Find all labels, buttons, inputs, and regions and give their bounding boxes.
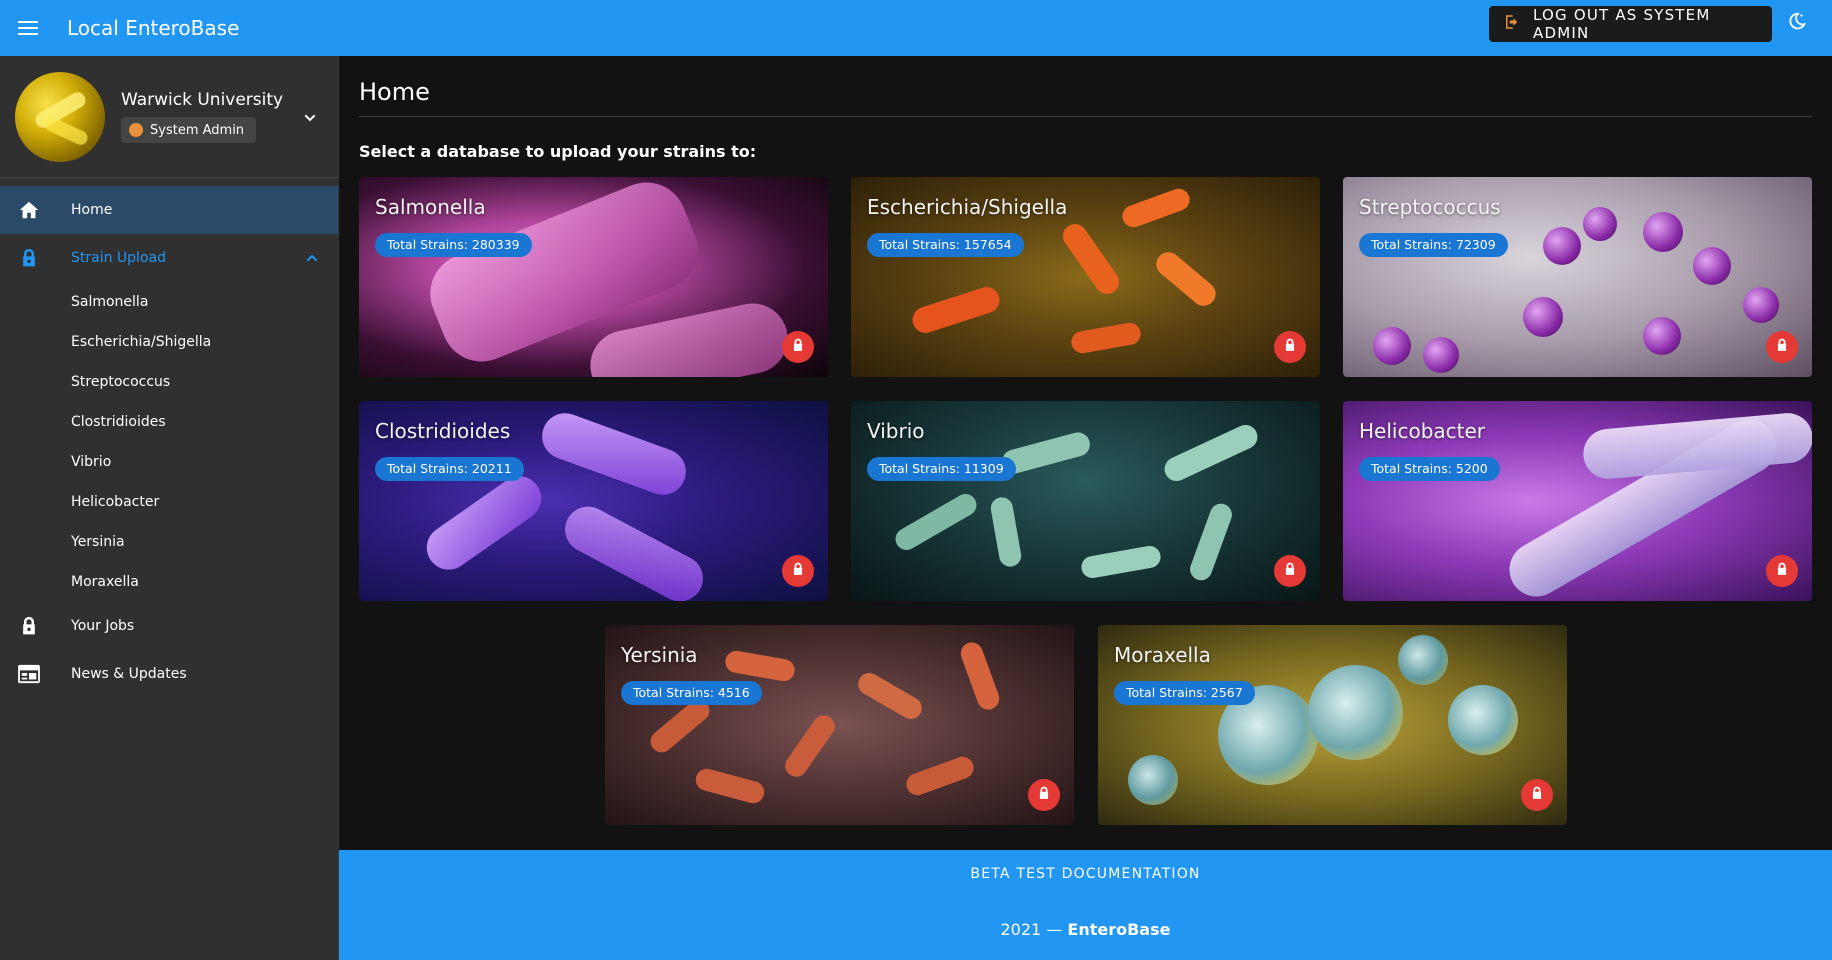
sidebar: Warwick University System Admin Home Str… xyxy=(0,56,339,960)
card-title: Clostridioides xyxy=(375,419,511,443)
submenu-item-vibrio[interactable]: Vibrio xyxy=(0,442,338,482)
main-content: Home Select a database to upload your st… xyxy=(339,56,1832,960)
card-title: Helicobacter xyxy=(1359,419,1486,443)
sidebar-item-label: Your Jobs xyxy=(71,618,135,634)
database-card-salmonella[interactable]: Salmonella Total Strains: 280339 xyxy=(359,177,828,377)
sidebar-item-strain-upload[interactable]: Strain Upload xyxy=(0,234,338,282)
submenu-item-yersinia[interactable]: Yersinia xyxy=(0,522,338,562)
strain-count-badge: Total Strains: 72309 xyxy=(1359,233,1508,257)
lock-button[interactable] xyxy=(1766,331,1798,363)
logout-icon xyxy=(1503,13,1521,35)
lock-button[interactable] xyxy=(1521,779,1553,811)
strain-count-badge: Total Strains: 157654 xyxy=(867,233,1024,257)
submenu-item-clostridioides[interactable]: Clostridioides xyxy=(0,402,338,442)
chevron-up-icon xyxy=(300,246,324,270)
sidebar-item-label: Strain Upload xyxy=(71,250,166,266)
lock-icon xyxy=(1775,561,1789,581)
lock-button[interactable] xyxy=(1274,555,1306,587)
admin-shield-icon xyxy=(129,123,143,137)
card-title: Streptococcus xyxy=(1359,195,1501,219)
divider xyxy=(359,116,1812,117)
database-card-streptococcus[interactable]: Streptococcus Total Strains: 72309 xyxy=(1343,177,1812,377)
card-title: Vibrio xyxy=(867,419,925,443)
role-badge: System Admin xyxy=(121,117,257,143)
footer-copyright: 2021 — EnteroBase xyxy=(339,920,1832,939)
profile-expand-button[interactable] xyxy=(298,108,322,132)
lock-button[interactable] xyxy=(782,555,814,587)
submenu-item-streptococcus[interactable]: Streptococcus xyxy=(0,362,338,402)
theme-toggle-button[interactable] xyxy=(1780,8,1812,40)
page-subtitle: Select a database to upload your strains… xyxy=(359,142,757,161)
footer-brand: EnteroBase xyxy=(1067,920,1171,939)
hamburger-menu-button[interactable] xyxy=(0,0,56,56)
database-card-escherichia-shigella[interactable]: Escherichia/Shigella Total Strains: 1576… xyxy=(851,177,1320,377)
lock-button[interactable] xyxy=(1274,331,1306,363)
footer-year: 2021 — xyxy=(1000,920,1063,939)
strain-count-badge: Total Strains: 2567 xyxy=(1114,681,1255,705)
sidebar-item-news-updates[interactable]: News & Updates xyxy=(0,650,338,698)
beta-test-documentation-link[interactable]: BETA TEST DOCUMENTATION xyxy=(339,866,1832,882)
profile-name: Warwick University xyxy=(121,90,284,110)
sidebar-item-label: News & Updates xyxy=(71,666,187,682)
app-bar: Local EnteroBase LOG OUT AS SYSTEM ADMIN xyxy=(0,0,1832,56)
profile-section: Warwick University System Admin xyxy=(0,56,338,178)
lock-icon xyxy=(1283,561,1297,581)
card-title: Escherichia/Shigella xyxy=(867,195,1068,219)
card-title: Yersinia xyxy=(621,643,698,667)
lock-icon xyxy=(1037,785,1051,805)
lock-icon xyxy=(15,615,42,637)
strain-upload-submenu: Salmonella Escherichia/Shigella Streptoc… xyxy=(0,282,338,602)
avatar xyxy=(15,71,105,162)
lock-icon xyxy=(15,247,42,269)
strain-count-badge: Total Strains: 4516 xyxy=(621,681,762,705)
sidebar-item-home[interactable]: Home xyxy=(0,186,338,234)
sidebar-item-label: Home xyxy=(71,202,113,218)
home-icon xyxy=(15,199,42,221)
lock-icon xyxy=(791,561,805,581)
database-card-vibrio[interactable]: Vibrio Total Strains: 11309 xyxy=(851,401,1320,601)
lock-button[interactable] xyxy=(782,331,814,363)
dark-mode-icon xyxy=(1785,11,1807,37)
database-card-moraxella[interactable]: Moraxella Total Strains: 2567 xyxy=(1098,625,1567,825)
logout-label: LOG OUT AS SYSTEM ADMIN xyxy=(1533,6,1711,42)
database-card-yersinia[interactable]: Yersinia Total Strains: 4516 xyxy=(605,625,1074,825)
submenu-item-helicobacter[interactable]: Helicobacter xyxy=(0,482,338,522)
footer: BETA TEST DOCUMENTATION 2021 — EnteroBas… xyxy=(339,850,1832,960)
news-icon xyxy=(15,664,42,684)
strain-count-badge: Total Strains: 5200 xyxy=(1359,457,1500,481)
database-card-helicobacter[interactable]: Helicobacter Total Strains: 5200 xyxy=(1343,401,1812,601)
chevron-down-icon xyxy=(302,110,318,130)
submenu-item-salmonella[interactable]: Salmonella xyxy=(0,282,338,322)
lock-icon xyxy=(1283,337,1297,357)
logout-button[interactable]: LOG OUT AS SYSTEM ADMIN xyxy=(1489,6,1772,42)
card-title: Moraxella xyxy=(1114,643,1211,667)
role-label: System Admin xyxy=(150,122,245,138)
strain-count-badge: Total Strains: 11309 xyxy=(867,457,1016,481)
lock-button[interactable] xyxy=(1028,779,1060,811)
sidebar-item-your-jobs[interactable]: Your Jobs xyxy=(0,602,338,650)
card-title: Salmonella xyxy=(375,195,486,219)
sidebar-nav: Home Strain Upload Salmonella Escherichi… xyxy=(0,178,338,698)
lock-icon xyxy=(1530,785,1544,805)
page-title: Home xyxy=(359,78,430,106)
submenu-item-escherichia-shigella[interactable]: Escherichia/Shigella xyxy=(0,322,338,362)
lock-button[interactable] xyxy=(1766,555,1798,587)
database-card-clostridioides[interactable]: Clostridioides Total Strains: 20211 xyxy=(359,401,828,601)
lock-icon xyxy=(791,337,805,357)
lock-icon xyxy=(1775,337,1789,357)
strain-count-badge: Total Strains: 280339 xyxy=(375,233,532,257)
app-title: Local EnteroBase xyxy=(67,16,240,40)
submenu-item-moraxella[interactable]: Moraxella xyxy=(0,562,338,602)
hamburger-menu-icon xyxy=(18,21,38,35)
strain-count-badge: Total Strains: 20211 xyxy=(375,457,524,481)
